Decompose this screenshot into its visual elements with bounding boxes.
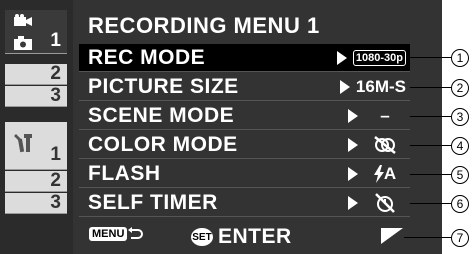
self-timer-value (364, 192, 406, 213)
set-key-label: SET (191, 228, 213, 246)
picture-size-indicator: 16M-S (355, 76, 406, 96)
menu-title: RECORDING MENU 1 (88, 13, 320, 38)
menu-key-label: MENU (89, 227, 128, 241)
tab-number: 2 (50, 170, 61, 191)
right-arrow-icon (348, 137, 358, 152)
flash-mode-text: A (383, 163, 397, 183)
callout-line (410, 145, 451, 146)
resolution-badge: 1080-30p (352, 49, 406, 66)
tools-icon (14, 134, 32, 153)
callout-number: 5 (451, 166, 469, 184)
battery-icon (381, 228, 403, 244)
callout-line (410, 116, 451, 117)
enter-label: ENTER (218, 225, 292, 248)
right-arrow-icon (348, 195, 358, 210)
right-arrow-icon (348, 108, 358, 123)
right-arrow-icon (348, 166, 358, 181)
camera-icon (14, 36, 32, 50)
callout-number: 3 (451, 108, 469, 126)
resolution-badge-text: 1080-30p (352, 49, 406, 66)
callout-line (410, 174, 451, 175)
tab-recording-2[interactable]: 2 (5, 63, 67, 85)
video-camera-icon (14, 14, 32, 26)
menu-item-picture-size[interactable]: PICTURE SIZE 16M-S (79, 73, 410, 101)
menu-sidebar: 1 2 3 1 2 3 (0, 0, 73, 254)
dash-indicator: – (380, 105, 390, 125)
camera-menu-screen: 1 2 3 1 2 3 RECORDING MENU 1 REC MODE 10… (0, 0, 442, 254)
tab-number: 2 (50, 63, 61, 84)
right-arrow-icon (336, 50, 347, 65)
flash-icon (373, 164, 384, 183)
tab-number: 3 (50, 85, 61, 106)
callout-number: 2 (451, 79, 469, 97)
callout-number: 6 (451, 195, 469, 213)
callout-line (410, 57, 451, 58)
menu-item-label: SCENE MODE (88, 103, 235, 127)
menu-item-label: REC MODE (88, 45, 206, 69)
right-arrow-icon (339, 79, 350, 94)
callout-number: 4 (451, 137, 469, 155)
self-timer-off-icon (375, 192, 395, 213)
menu-item-scene-mode[interactable]: SCENE MODE – (79, 102, 410, 130)
tab-settings-2[interactable]: 2 (5, 170, 67, 192)
callout-line (410, 87, 451, 88)
menu-item-flash[interactable]: FLASH A (79, 160, 410, 188)
callout-line (410, 203, 451, 204)
color-off-icon (374, 135, 396, 154)
menu-item-label: COLOR MODE (88, 132, 238, 156)
tab-settings-1[interactable]: 1 (5, 122, 67, 170)
return-arrow-icon (128, 227, 144, 239)
menu-item-self-timer[interactable]: SELF TIMER (79, 189, 410, 217)
set-enter-hint[interactable]: SET ENTER (191, 225, 292, 249)
callout-number: 1 (451, 49, 469, 67)
menu-back-hint[interactable]: MENU (89, 226, 144, 242)
tab-settings-3[interactable]: 3 (5, 192, 67, 214)
menu-item-rec-mode[interactable]: REC MODE 1080-30p (79, 44, 410, 72)
menu-item-label: PICTURE SIZE (88, 74, 239, 98)
tab-recording-3[interactable]: 3 (5, 85, 67, 107)
menu-item-color-mode[interactable]: COLOR MODE (79, 131, 410, 159)
menu-footer: MENU SET ENTER (79, 222, 410, 252)
color-mode-value (364, 135, 406, 155)
menu-item-label: FLASH (88, 161, 161, 185)
tab-number: 1 (50, 29, 61, 51)
tab-number: 3 (50, 192, 61, 213)
callout-line (404, 237, 451, 238)
tab-number: 1 (50, 143, 61, 165)
tab-recording-1[interactable]: 1 (5, 10, 67, 54)
callout-number: 7 (451, 229, 469, 247)
flash-auto-value: A (364, 164, 406, 184)
menu-item-label: SELF TIMER (88, 190, 218, 214)
